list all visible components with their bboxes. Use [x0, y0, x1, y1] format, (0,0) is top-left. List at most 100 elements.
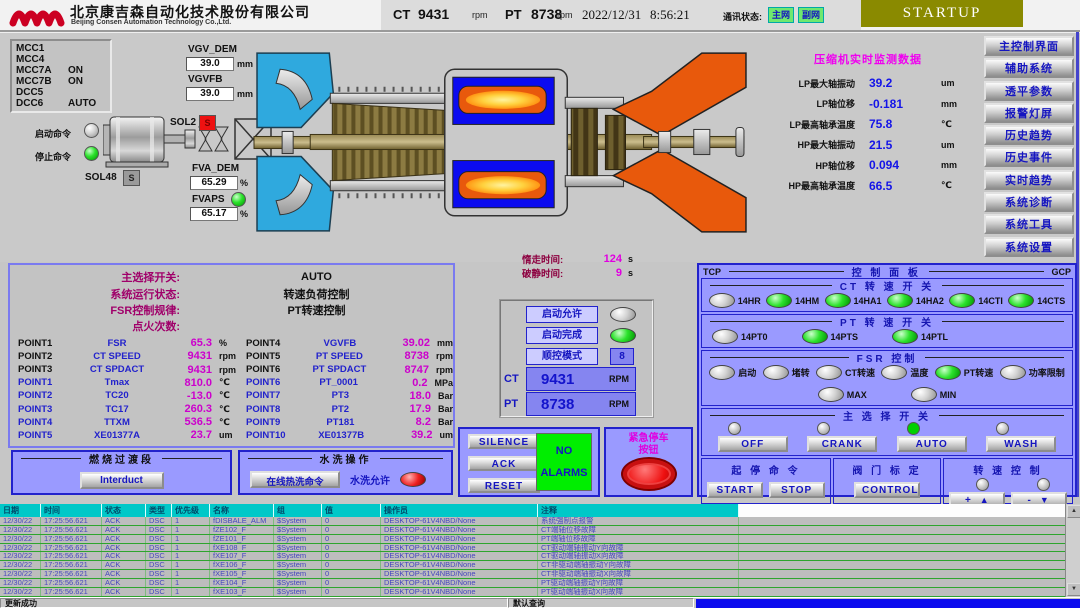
interduct-button[interactable]: Interduct — [80, 472, 164, 489]
point-name: FSR — [72, 338, 162, 349]
alarm-button[interactable]: RESET — [468, 478, 540, 493]
nav-button[interactable]: 透平参数 — [984, 81, 1074, 101]
breakaway-timer-value: 9 — [586, 267, 622, 279]
sol48-label: SOL48 — [85, 172, 117, 183]
table-row[interactable]: 12/30/22 17:25:56.621 ACK DSC 1 fXE106_F… — [0, 561, 1080, 570]
start-command-label: 启动命令 — [35, 127, 71, 140]
valve-control-button[interactable]: CONTROL — [854, 482, 920, 498]
cell-status: ACK — [102, 517, 146, 525]
sol48-state-box[interactable]: S — [123, 170, 140, 186]
master-select-button[interactable]: CRANK — [807, 436, 877, 452]
cell-time: 17:25:56.621 — [41, 588, 102, 596]
switch-led[interactable] — [825, 293, 851, 308]
nav-button[interactable]: 辅助系统 — [984, 58, 1074, 78]
stop-command-led[interactable] — [84, 146, 99, 161]
alarm-button[interactable]: SILENCE — [468, 434, 540, 449]
cell-comment: CT驱动端轴振动Y向故障 — [538, 544, 739, 552]
cell-comment: PT驱动端轴振动Y向故障 — [538, 579, 739, 587]
table-row[interactable]: 12/30/22 17:25:56.621 ACK DSC 1 fZE101_F… — [0, 535, 1080, 544]
fsr-mode-led[interactable] — [709, 365, 735, 380]
point-id: POINT8 — [238, 404, 297, 415]
vgvfb-unit: mm — [237, 89, 253, 99]
fsr-mode-led[interactable] — [1000, 365, 1026, 380]
start-command-led[interactable] — [84, 123, 99, 138]
fsr-mode-label: PT转速 — [964, 366, 994, 379]
stop-button[interactable]: STOP — [769, 482, 825, 498]
table-row[interactable]: 12/30/22 17:25:56.621 ACK DSC 1 fXE104_F… — [0, 579, 1080, 588]
point-name: PT SPEED — [297, 351, 382, 362]
point-unit: rpm — [429, 351, 453, 361]
start-complete-led — [610, 328, 636, 343]
cell-date: 12/30/22 — [0, 544, 41, 552]
point-unit: ℃ — [212, 404, 230, 415]
master-select-button[interactable]: AUTO — [897, 436, 967, 452]
table-row[interactable]: 12/30/22 17:25:56.621 ACK DSC 1 fXE108_F… — [0, 544, 1080, 553]
switch-led[interactable] — [892, 329, 918, 344]
switch-led[interactable] — [766, 293, 792, 308]
point-row: POINT9 PT181 8.2 Bar — [238, 416, 453, 429]
online-hot-wash-button[interactable]: 在线热洗命令 — [250, 471, 340, 488]
cell-name: fZE101_F — [210, 535, 274, 543]
fsr-limit-led[interactable] — [818, 387, 844, 402]
fsr-limit-led[interactable] — [911, 387, 937, 402]
alarm-button[interactable]: ACK — [468, 456, 540, 471]
monitor-row: LP最大轴振动 39.2 um — [755, 73, 981, 94]
fsr-mode-led[interactable] — [935, 365, 961, 380]
breakaway-timer: 破静时间: 9 s — [522, 266, 633, 280]
table-row[interactable]: 12/30/22 17:25:56.621 ACK DSC 1 fXE103_F… — [0, 588, 1080, 597]
table-row[interactable]: 12/30/22 17:25:56.621 ACK DSC 1 fXE105_F… — [0, 570, 1080, 579]
switch-led[interactable] — [802, 329, 828, 344]
cell-time: 17:25:56.621 — [41, 552, 102, 560]
cell-status: ACK — [102, 561, 146, 569]
switch-led[interactable] — [712, 329, 738, 344]
master-select-option: AUTO — [897, 422, 967, 452]
switch: 14PT0 — [712, 329, 768, 344]
alarm-control-panel: SILENCEACKRESET NO ALARMS — [458, 427, 600, 497]
fva-dem-value[interactable]: 65.29 — [190, 176, 238, 190]
cell-value: 0 — [322, 588, 381, 596]
monitor-unit: mm — [941, 99, 957, 109]
switch: 14HR — [709, 293, 761, 308]
point-unit: rpm — [212, 365, 236, 375]
fsr-mode-led[interactable] — [763, 365, 789, 380]
point-row: POINT6 PT SPDACT 8747 rpm — [238, 363, 453, 376]
nav-button[interactable]: 主控制界面 — [984, 36, 1074, 56]
cell-group: $System — [274, 526, 322, 534]
fsr-control-section: FSR 控制 启动 堵转 CT转速 温度 PT转速 — [701, 350, 1073, 406]
switch-led[interactable] — [1008, 293, 1034, 308]
emergency-stop-button[interactable] — [621, 457, 677, 491]
cell-comment: PT端轴位移故障 — [538, 535, 739, 543]
master-select-button[interactable]: WASH — [986, 436, 1056, 452]
sol2-state-box[interactable]: S — [199, 115, 216, 131]
table-row[interactable]: 12/30/22 17:25:56.621 ACK DSC 1 fZE102_F… — [0, 526, 1080, 535]
fsr-mode-led[interactable] — [881, 365, 907, 380]
nav-button[interactable]: 实时趋势 — [984, 170, 1074, 190]
table-row[interactable]: 12/30/22 17:25:56.621 ACK DSC 1 fDISBALE… — [0, 517, 1080, 526]
start-button[interactable]: START — [707, 482, 763, 498]
cell-value: 0 — [322, 535, 381, 543]
cell-priority: 1 — [172, 535, 210, 543]
pt-rpm-box: 8738 RPM — [526, 392, 636, 416]
nav-button[interactable]: 报警灯屏 — [984, 103, 1074, 123]
master-select-button[interactable]: OFF — [718, 436, 788, 452]
point-unit: um — [212, 430, 233, 440]
nav-button[interactable]: 系统工具 — [984, 214, 1074, 234]
cell-comment: CT驱动端轴振动X向故障 — [538, 552, 739, 560]
cell-comment: 系统强制点报警 — [538, 517, 739, 525]
scroll-down-icon[interactable]: ▼ — [1067, 583, 1080, 596]
nav-button[interactable]: 系统诊断 — [984, 192, 1074, 212]
scroll-up-icon[interactable]: ▲ — [1067, 505, 1080, 518]
vgv-dem-value[interactable]: 39.0 — [186, 57, 234, 71]
fsr-mode-led[interactable] — [816, 365, 842, 380]
table-scrollbar[interactable]: ▲ ▼ — [1065, 504, 1080, 597]
switch-led[interactable] — [949, 293, 975, 308]
nav-button[interactable]: 系统设置 — [984, 237, 1074, 257]
switch-led[interactable] — [709, 293, 735, 308]
mcc-name: MCC1 — [16, 43, 68, 54]
valve-calibration-section: 阀 门 标 定 CONTROL — [833, 458, 941, 504]
table-row[interactable]: 12/30/22 17:25:56.621 ACK DSC 1 fXE107_F… — [0, 552, 1080, 561]
nav-button[interactable]: 历史趋势 — [984, 125, 1074, 145]
switch-led[interactable] — [887, 293, 913, 308]
nav-button[interactable]: 历史事件 — [984, 147, 1074, 167]
fsr-limit: MIN — [911, 387, 957, 402]
